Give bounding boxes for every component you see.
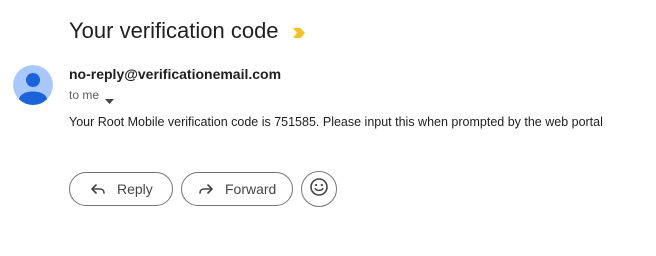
email-subject: Your verification code <box>69 18 279 43</box>
caret-down-icon[interactable] <box>105 93 115 104</box>
sender-avatar[interactable] <box>13 65 53 105</box>
sender-email[interactable]: no-reply@verificationemail.com <box>69 66 281 82</box>
add-reaction-button[interactable] <box>301 171 337 207</box>
recipient-details-toggle[interactable]: to me <box>69 88 115 104</box>
reply-button[interactable]: Reply <box>69 172 173 206</box>
recipient-label: to me <box>69 88 100 102</box>
forward-label: Forward <box>225 181 277 197</box>
reply-label: Reply <box>117 181 153 197</box>
email-view: Your verification code no-reply@verifica… <box>0 0 656 256</box>
email-body: Your Root Mobile verification code is 75… <box>69 115 603 129</box>
reply-arrow-icon <box>89 180 107 198</box>
smiley-icon <box>309 177 329 202</box>
important-marker-icon[interactable] <box>292 26 306 38</box>
forward-arrow-icon <box>197 180 215 198</box>
email-actions: Reply Forward <box>69 171 337 207</box>
forward-button[interactable]: Forward <box>181 172 293 206</box>
email-subject-row: Your verification code <box>69 16 306 46</box>
